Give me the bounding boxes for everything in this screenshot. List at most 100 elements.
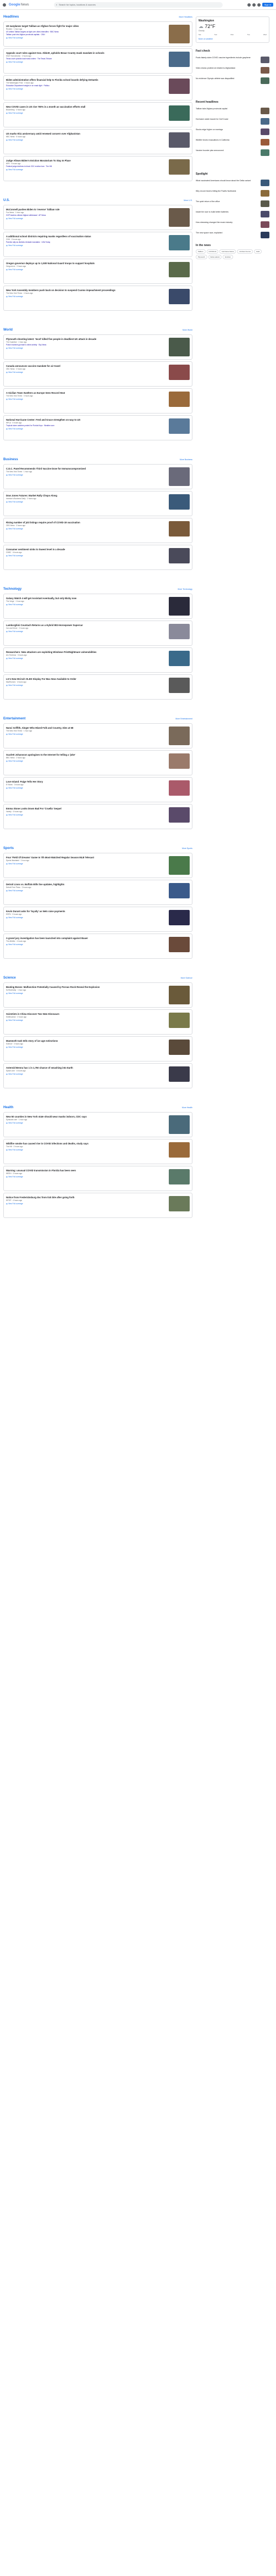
section-title[interactable]: Sports <box>3 847 14 850</box>
side-story[interactable]: Inside the race to build better batterie… <box>196 211 269 217</box>
help-icon[interactable] <box>247 3 251 7</box>
story-title[interactable]: Wildfire smoke has caused rise in COVID … <box>6 1142 166 1145</box>
full-coverage-link[interactable]: ▤ View Full coverage <box>6 169 166 171</box>
section-title[interactable]: Entertainment <box>3 717 25 720</box>
story-title[interactable]: Beating Bones: Malfunction Potentially C… <box>6 986 166 988</box>
story[interactable]: US warplanes target Taliban as Afghan fo… <box>6 24 190 44</box>
story[interactable]: Canada announces vaccine mandate for air… <box>6 364 190 381</box>
story-title[interactable]: Warning: unusual COVID transmission in F… <box>6 1169 166 1172</box>
side-story[interactable]: The new space race, explained <box>196 232 269 238</box>
side-story-title[interactable]: What vaccinated Americans should know ab… <box>196 180 259 186</box>
more-link[interactable]: More Headlines <box>179 16 192 18</box>
story-title[interactable]: Emma Stone Looks Down Bad For 'Cruella' … <box>6 807 166 810</box>
section-title[interactable]: Business <box>3 458 18 461</box>
story-thumbnail[interactable] <box>169 986 190 1004</box>
story[interactable]: National Hurricane Center: Fred and Grac… <box>6 417 190 435</box>
story[interactable]: Detroit Lions vs. Buffalo Bills live upd… <box>6 882 190 899</box>
story-thumbnail[interactable] <box>169 651 190 666</box>
story-thumbnail[interactable] <box>169 937 190 952</box>
story-thumbnail[interactable] <box>169 753 190 769</box>
side-story-title[interactable]: How streaming changed the music industry <box>196 221 259 228</box>
topic-chip[interactable]: Andrew Cuomo <box>237 249 253 254</box>
story-title[interactable]: Oregon governor deploys up to 1,500 Nati… <box>6 262 166 265</box>
story[interactable]: Mammoth tusk tells story of ice age exti… <box>6 1038 190 1056</box>
side-story[interactable]: Hurricane watch issued for Gulf Coast <box>196 118 269 125</box>
full-coverage-link[interactable]: ▤ View Full coverage <box>6 528 166 530</box>
story[interactable]: Biden administration offers financial he… <box>6 77 190 95</box>
story-thumbnail[interactable] <box>169 624 190 639</box>
side-story-title[interactable]: Posts falsely claim COVID vaccine ingred… <box>196 57 259 63</box>
side-story[interactable]: Vaccine booster plan announced <box>196 149 269 156</box>
full-coverage-link[interactable]: ▤ View Full coverage <box>6 474 166 476</box>
story-title[interactable]: Four 'Field Of Dreams' Game In 7th Most-… <box>6 856 166 859</box>
story-title[interactable]: Nanci Griffith, Singer Who Mixed Folk an… <box>6 727 166 729</box>
story[interactable]: Emma Stone Looks Down Bad For 'Cruella' … <box>6 806 190 824</box>
sub-story[interactable]: Education Department weighs in on mask f… <box>6 85 166 87</box>
story-thumbnail[interactable] <box>169 1115 190 1134</box>
story[interactable]: Researchers: New attackers are exploitin… <box>6 650 190 667</box>
side-story-title[interactable]: Video shows protest not related to Afgha… <box>196 67 259 74</box>
full-coverage-link[interactable]: ▤ View Full coverage <box>6 555 166 557</box>
topic-chip[interactable]: COVID-19 <box>206 249 219 254</box>
section-title[interactable]: Headlines <box>3 15 19 19</box>
side-story-title[interactable]: No evidence Olympic athlete was disquali… <box>196 77 259 84</box>
section-title[interactable]: Health <box>3 1106 13 1109</box>
story-thumbnail[interactable] <box>169 883 190 898</box>
side-story[interactable]: Stocks edge higher on earnings <box>196 128 269 135</box>
full-coverage-link[interactable]: ▤ View Full coverage <box>6 657 166 660</box>
story-thumbnail[interactable] <box>169 365 190 380</box>
story-title[interactable]: C.D.C. Panel Recommends Third Vaccine Do… <box>6 467 166 470</box>
story[interactable]: A Sicilian Town Swelters as Europe Sees … <box>6 390 190 408</box>
story-title[interactable]: Asteroid Bennu has 1 in 1,750 chance of … <box>6 1066 166 1069</box>
side-story-title[interactable]: Vaccine booster plan announced <box>196 149 259 156</box>
full-coverage-link[interactable]: ▤ View Full coverage <box>6 1073 166 1075</box>
topic-chip[interactable]: Delta variant <box>208 255 222 259</box>
menu-icon[interactable] <box>3 3 6 7</box>
story-title[interactable]: Canada announces vaccine mandate for air… <box>6 365 166 367</box>
story-title[interactable]: Judge Allows Biden's Eviction Moratorium… <box>6 159 166 162</box>
sub-story[interactable]: Tropical storm watches posted for Florid… <box>6 424 166 427</box>
story-title[interactable]: A Sicilian Town Swelters as Europe Sees … <box>6 392 166 394</box>
story-title[interactable]: Biden administration offers financial he… <box>6 79 166 81</box>
full-coverage-link[interactable]: ▤ View Full coverage <box>6 733 166 735</box>
story[interactable]: Judge Allows Biden's Eviction Moratorium… <box>6 158 190 176</box>
sub-story[interactable]: Parents rally as districts reinstate man… <box>6 241 166 243</box>
sub-story[interactable]: GOP leaders criticize Afghan withdrawal … <box>6 214 166 216</box>
full-coverage-link[interactable]: ▤ View Full coverage <box>6 1203 166 1205</box>
section-title[interactable]: Technology <box>3 588 21 591</box>
full-coverage-link[interactable]: ▤ View Full coverage <box>6 295 166 298</box>
full-coverage-link[interactable]: ▤ View Full coverage <box>6 269 166 271</box>
story-title[interactable]: US marks 9/11 anniversary amid renewed c… <box>6 132 166 135</box>
weather-card[interactable]: Washington ☁ 72°F Cloudy Sat Sun Mon Tue Wed… <box>196 16 269 43</box>
full-coverage-link[interactable]: ▤ View Full coverage <box>6 630 166 633</box>
full-coverage-link[interactable]: ▤ View Full coverage <box>6 88 166 90</box>
story[interactable]: New York Assembly members push back on d… <box>6 288 190 305</box>
story-thumbnail[interactable] <box>169 208 190 227</box>
story-thumbnail[interactable] <box>169 1196 190 1211</box>
story-title[interactable]: Scientists in China Discover Two New Din… <box>6 1013 166 1015</box>
story-thumbnail[interactable] <box>169 678 190 693</box>
story-title[interactable]: Scarlett Johansson apologises to the Int… <box>6 753 166 756</box>
more-link[interactable]: More U.S. <box>184 199 192 202</box>
sub-story[interactable]: Police examine gunman's online activity … <box>6 344 166 346</box>
story[interactable]: Wildfire smoke has caused rise in COVID … <box>6 1141 190 1159</box>
story[interactable]: Plymouth shooting latest: 'Incel' killed… <box>6 337 190 357</box>
story-title[interactable]: Galaxy Watch 4 will get Assistant eventu… <box>6 597 166 600</box>
story[interactable]: Warning: unusual COVID transmission in F… <box>6 1168 190 1186</box>
full-coverage-link[interactable]: ▤ View Full coverage <box>6 863 166 865</box>
logo[interactable]: Google News <box>9 3 29 7</box>
story-title[interactable]: Plymouth shooting latest: 'Incel' killed… <box>6 338 166 340</box>
story-title[interactable]: Rising number of job listings require pr… <box>6 521 166 524</box>
more-link[interactable]: More Technology <box>178 588 192 590</box>
side-story[interactable]: Video shows protest not related to Afgha… <box>196 67 269 74</box>
settings-icon[interactable] <box>252 3 256 7</box>
side-story[interactable]: The quiet return of the office <box>196 200 269 207</box>
more-link[interactable]: More World <box>183 329 192 331</box>
story-thumbnail[interactable] <box>169 105 190 121</box>
more-link[interactable]: More Entertainment <box>175 718 192 720</box>
full-coverage-link[interactable]: ▤ View Full coverage <box>6 1176 166 1178</box>
story-thumbnail[interactable] <box>169 79 190 94</box>
story[interactable]: Asteroid Bennu has 1 in 1,750 chance of … <box>6 1065 190 1083</box>
side-story[interactable]: Posts falsely claim COVID vaccine ingred… <box>196 57 269 63</box>
story-thumbnail[interactable] <box>169 467 190 486</box>
